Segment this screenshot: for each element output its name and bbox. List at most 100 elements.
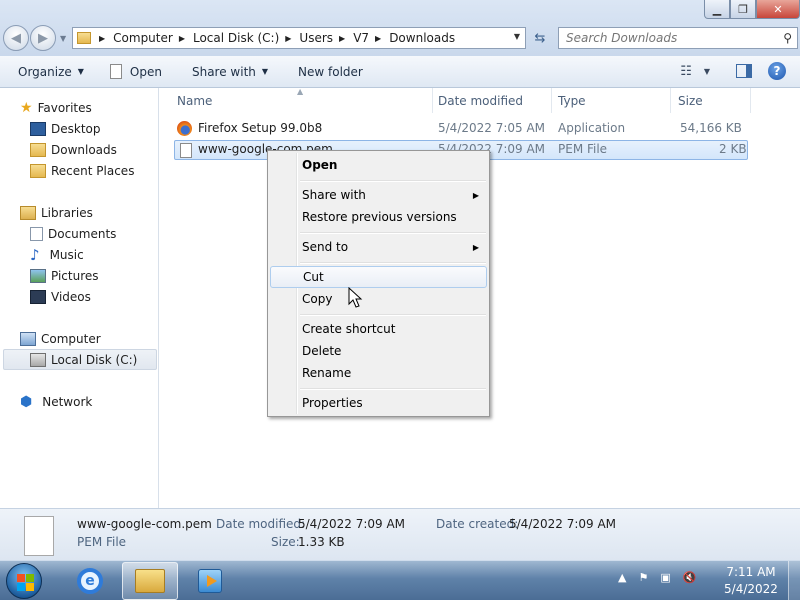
breadcrumb-v7[interactable]: V7 — [353, 31, 369, 45]
address-dropdown-icon[interactable]: ▼ — [514, 32, 520, 41]
volume-muted-icon[interactable]: 🔇 — [683, 571, 697, 584]
nav-item-network[interactable]: ⬢ Network — [20, 392, 92, 412]
internet-explorer-icon: e — [77, 568, 103, 594]
submenu-arrow-icon: ▶ — [472, 242, 479, 252]
details-size-label: Size: — [271, 535, 300, 549]
command-bar: Organize ▼ Open Share with ▼ New folder … — [0, 56, 800, 88]
nav-label: Libraries — [41, 206, 93, 220]
close-button[interactable]: ✕ — [756, 0, 800, 19]
back-button[interactable]: ◀ — [3, 25, 29, 51]
breadcrumb-downloads[interactable]: Downloads — [389, 31, 455, 45]
column-divider[interactable] — [750, 88, 751, 113]
menu-item-share-with[interactable]: Share with ▶ — [270, 184, 487, 206]
menu-separator — [300, 262, 486, 264]
taskbar-internet-explorer[interactable]: e — [62, 562, 118, 600]
show-desktop-button[interactable] — [788, 561, 800, 600]
nav-item-libraries[interactable]: Libraries — [20, 203, 93, 223]
share-with-label: Share with — [191, 64, 256, 79]
menu-item-rename[interactable]: Rename — [270, 362, 487, 384]
preview-pane-icon[interactable] — [736, 64, 752, 78]
nav-item-music[interactable]: ♪ Music — [30, 245, 84, 265]
menu-label: Delete — [302, 344, 342, 358]
change-view-icon[interactable]: ☷ — [680, 64, 692, 79]
nav-item-pictures[interactable]: Pictures — [30, 266, 99, 286]
chevron-right-icon[interactable]: ▶ — [375, 34, 381, 43]
search-box[interactable]: ⚲ — [558, 27, 798, 49]
clock[interactable]: 7:11 AM 5/4/2022 — [716, 564, 786, 598]
menu-item-copy[interactable]: Copy — [270, 288, 487, 310]
menu-item-send-to[interactable]: Send to ▶ — [270, 236, 487, 258]
menu-item-cut[interactable]: Cut — [270, 266, 487, 288]
breadcrumb-local-disk[interactable]: Local Disk (C:) — [193, 31, 279, 45]
menu-label: Copy — [302, 292, 333, 306]
column-header-size[interactable]: Size — [661, 88, 741, 113]
view-dropdown-icon[interactable]: ▼ — [704, 67, 710, 76]
menu-item-restore-previous-versions[interactable]: Restore previous versions — [270, 206, 487, 228]
chevron-right-icon[interactable]: ▶ — [179, 34, 185, 43]
downloads-folder-icon — [30, 143, 46, 157]
start-button[interactable] — [6, 563, 42, 599]
action-center-flag-icon[interactable]: ⚑ — [638, 571, 648, 584]
network-status-icon[interactable]: ▣ — [660, 571, 670, 584]
chevron-right-icon[interactable]: ▶ — [99, 34, 105, 43]
search-icon[interactable]: ⚲ — [783, 31, 792, 45]
minimize-button[interactable]: ▁ — [704, 0, 730, 19]
navigation-buttons: ◀ ▶ ▼ — [3, 25, 66, 51]
menu-label: Send to — [302, 240, 349, 254]
local-disk-icon — [30, 353, 46, 367]
organize-button[interactable]: Organize ▼ — [18, 65, 84, 79]
search-input[interactable] — [566, 31, 766, 45]
recent-pages-dropdown-icon[interactable]: ▼ — [60, 34, 66, 43]
column-header-name[interactable]: Name — [160, 88, 432, 113]
details-date-created-label: Date created: — [436, 517, 519, 531]
show-hidden-icons-icon[interactable]: ▲ — [618, 571, 626, 584]
menu-separator — [300, 232, 486, 234]
nav-item-videos[interactable]: Videos — [30, 287, 91, 307]
taskbar-windows-explorer[interactable] — [122, 562, 178, 600]
address-bar[interactable]: ▶ Computer ▶ Local Disk (C:) ▶ Users ▶ V… — [72, 27, 526, 49]
nav-item-documents[interactable]: Documents — [30, 224, 116, 244]
nav-item-desktop[interactable]: Desktop — [30, 119, 101, 139]
help-icon[interactable]: ? — [768, 62, 786, 80]
nav-item-favorites[interactable]: ★ Favorites — [20, 98, 92, 118]
nav-item-downloads[interactable]: Downloads — [30, 140, 117, 160]
column-header-type[interactable]: Type — [541, 88, 661, 113]
chevron-right-icon[interactable]: ▶ — [285, 34, 291, 43]
forward-button[interactable]: ▶ — [30, 25, 56, 51]
nav-item-computer[interactable]: Computer — [20, 329, 101, 349]
pem-file-large-icon — [24, 516, 54, 556]
file-size: 54,166 KB — [680, 121, 742, 135]
pem-file-icon — [180, 143, 192, 158]
refresh-button[interactable]: ⇆ — [529, 27, 551, 49]
windows-logo-icon — [26, 574, 34, 582]
column-header-label: Date modified — [438, 93, 524, 108]
column-header-date-modified[interactable]: Date modified — [421, 88, 541, 113]
windows-logo-icon — [26, 583, 34, 591]
firefox-icon — [177, 121, 192, 136]
breadcrumb-users[interactable]: Users — [299, 31, 333, 45]
menu-item-create-shortcut[interactable]: Create shortcut — [270, 318, 487, 340]
menu-item-open[interactable]: Open — [270, 154, 487, 176]
open-button[interactable]: Open — [109, 64, 162, 79]
chevron-right-icon[interactable]: ▶ — [339, 34, 345, 43]
new-folder-button[interactable]: New folder — [298, 65, 363, 79]
documents-icon — [30, 227, 43, 241]
menu-separator — [300, 388, 486, 390]
taskbar-media-player[interactable] — [182, 562, 238, 600]
menu-item-properties[interactable]: Properties — [270, 392, 487, 414]
nav-item-recent-places[interactable]: Recent Places — [30, 161, 134, 181]
star-icon: ★ — [20, 100, 33, 116]
share-with-button[interactable]: Share with ▼ — [192, 65, 268, 79]
file-row-firefox-setup[interactable]: Firefox Setup 99.0b8 5/4/2022 7:05 AM Ap… — [174, 119, 748, 139]
breadcrumb: ▶ Computer ▶ Local Disk (C:) ▶ Users ▶ V… — [93, 31, 455, 45]
menu-item-delete[interactable]: Delete — [270, 340, 487, 362]
column-header-label: Type — [558, 93, 586, 108]
breadcrumb-computer[interactable]: Computer — [113, 31, 173, 45]
maximize-button[interactable]: ❐ — [730, 0, 756, 19]
navigation-pane: ★ Favorites Desktop Downloads Recent Pla… — [0, 88, 159, 508]
nav-label: Recent Places — [51, 164, 135, 178]
column-header-label: Size — [678, 93, 703, 108]
nav-item-local-disk[interactable]: Local Disk (C:) — [30, 350, 137, 370]
nav-label: Pictures — [51, 269, 99, 283]
pictures-icon — [30, 269, 46, 283]
